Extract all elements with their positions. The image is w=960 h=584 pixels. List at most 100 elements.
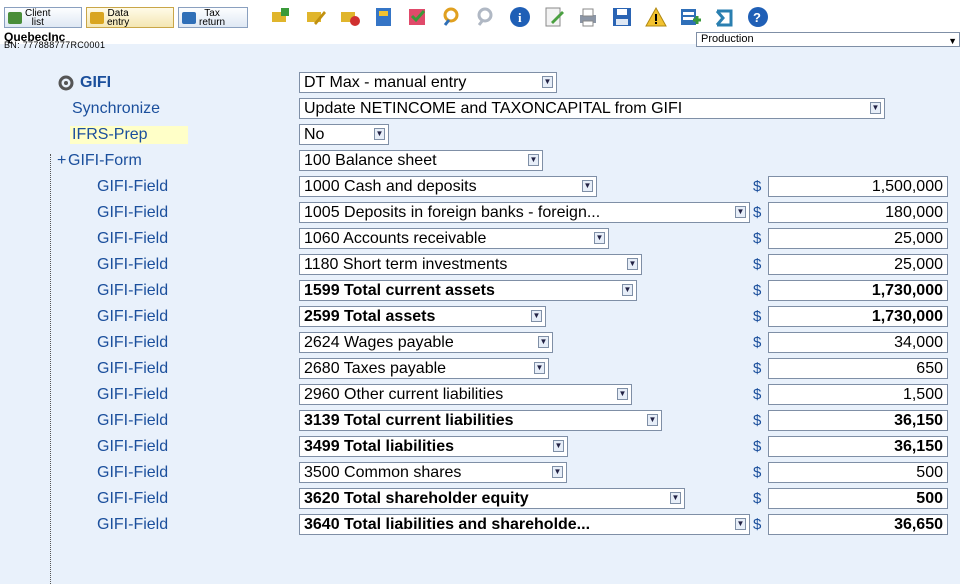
gifi-field-label: GIFI-Field (97, 516, 169, 533)
chevron-down-icon: ▼ (538, 336, 549, 348)
gifi-field-row: GIFI-Field 3620 Total shareholder equity… (0, 486, 960, 512)
amount-input[interactable]: 500 (768, 462, 948, 483)
chevron-down-icon: ▼ (553, 440, 564, 452)
gifi-code-select[interactable]: 1005 Deposits in foreign banks - foreign… (299, 202, 750, 223)
amount-input[interactable]: 500 (768, 488, 948, 509)
gifi-code-select[interactable]: 2624 Wages payable ▼ (299, 332, 553, 353)
search-icon[interactable] (440, 5, 464, 29)
gifi-field-row: GIFI-Field 1005 Deposits in foreign bank… (0, 200, 960, 226)
synchronize-select[interactable]: Update NETINCOME and TAXONCAPITAL from G… (299, 98, 885, 119)
gifi-code-select[interactable]: 3500 Common shares ▼ (299, 462, 567, 483)
client-list-button[interactable]: Client list (4, 7, 82, 28)
help-icon[interactable]: ? (746, 5, 770, 29)
edit-form-icon[interactable] (303, 5, 327, 29)
gifi-field-row: GIFI-Field 2680 Taxes payable ▼ $ 650 (0, 356, 960, 382)
gifi-code-select[interactable]: 3499 Total liabilities ▼ (299, 436, 568, 457)
amount-input[interactable]: 25,000 (768, 254, 948, 275)
save-icon[interactable] (610, 5, 634, 29)
mode-dropdown[interactable]: Production ▼ (696, 32, 960, 47)
currency-symbol: $ (753, 282, 762, 299)
currency-symbol: $ (753, 438, 762, 455)
info-icon[interactable]: i (508, 5, 532, 29)
tax-return-button[interactable]: Tax return (178, 7, 248, 28)
synchronize-label: Synchronize (72, 100, 161, 117)
gifi-field-row: GIFI-Field 1599 Total current assets ▼ $ … (0, 278, 960, 304)
gifi-code-select[interactable]: 3139 Total current liabilities ▼ (299, 410, 662, 431)
gifi-field-label: GIFI-Field (97, 204, 169, 221)
gifi-code-select[interactable]: 3620 Total shareholder equity ▼ (299, 488, 685, 509)
chevron-down-icon: ▼ (735, 518, 746, 530)
amount-input[interactable]: 25,000 (768, 228, 948, 249)
amount-input[interactable]: 34,000 (768, 332, 948, 353)
chevron-down-icon: ▼ (582, 180, 593, 192)
currency-symbol: $ (753, 308, 762, 325)
chevron-down-icon: ▼ (627, 258, 638, 270)
chevron-down-icon: ▼ (534, 362, 545, 374)
currency-symbol: $ (753, 490, 762, 507)
currency-symbol: $ (753, 230, 762, 247)
gifi-field-row: GIFI-Field 2960 Other current liabilitie… (0, 382, 960, 408)
gifi-field-label: GIFI-Field (97, 386, 169, 403)
mode-value: Production (701, 33, 754, 45)
currency-symbol: $ (753, 204, 762, 221)
gifi-field-row: GIFI-Field 2624 Wages payable ▼ $ 34,000 (0, 330, 960, 356)
gifi-form-select[interactable]: 100 Balance sheet ▼ (299, 150, 543, 171)
ifrs-prep-label: IFRS-Prep (70, 126, 188, 144)
gifi-source-select[interactable]: DT Max - manual entry ▼ (299, 72, 557, 93)
gifi-code-select[interactable]: 1180 Short term investments ▼ (299, 254, 642, 275)
amount-input[interactable]: 1,500,000 (768, 176, 948, 197)
client-list-icon (8, 11, 22, 24)
amount-input[interactable]: 180,000 (768, 202, 948, 223)
back-icon[interactable] (712, 5, 736, 29)
gifi-field-label: GIFI-Field (97, 360, 169, 377)
gifi-code-select[interactable]: 2960 Other current liabilities ▼ (299, 384, 632, 405)
delete-form-icon[interactable] (337, 5, 361, 29)
gifi-code-select[interactable]: 1060 Accounts receivable ▼ (299, 228, 609, 249)
amount-input[interactable]: 36,150 (768, 410, 948, 431)
print-icon[interactable] (576, 5, 600, 29)
chevron-down-icon: ▼ (647, 414, 658, 426)
gifi-field-label: GIFI-Field (97, 464, 169, 481)
gifi-code-select[interactable]: 2680 Taxes payable ▼ (299, 358, 549, 379)
ifrs-prep-row: IFRS-Prep No ▼ (0, 122, 960, 148)
gifi-field-row: GIFI-Field 3640 Total liabilities and sh… (0, 512, 960, 538)
chevron-down-icon: ▼ (670, 492, 681, 504)
review-icon[interactable] (542, 5, 566, 29)
gifi-field-row: GIFI-Field 3500 Common shares ▼ $ 500 (0, 460, 960, 486)
gifi-field-row: GIFI-Field 3139 Total current liabilitie… (0, 408, 960, 434)
data-entry-button[interactable]: Data entry (86, 7, 174, 28)
amount-input[interactable]: 1,730,000 (768, 280, 948, 301)
gifi-field-row: GIFI-Field 1180 Short term investments ▼ … (0, 252, 960, 278)
gifi-field-row: GIFI-Field 2599 Total assets ▼ $ 1,730,00… (0, 304, 960, 330)
gifi-code-select[interactable]: 3640 Total liabilities and shareholde...… (299, 514, 750, 535)
gifi-code-select[interactable]: 2599 Total assets ▼ (299, 306, 546, 327)
amount-input[interactable]: 650 (768, 358, 948, 379)
amount-input[interactable]: 1,500 (768, 384, 948, 405)
chevron-down-icon: ▼ (542, 76, 553, 88)
ifrs-prep-select[interactable]: No ▼ (299, 124, 389, 145)
chevron-down-icon: ▼ (374, 128, 385, 140)
add-row-icon[interactable] (678, 5, 702, 29)
amount-input[interactable]: 36,150 (768, 436, 948, 457)
gifi-gear-icon (56, 72, 76, 92)
gifi-field-row: GIFI-Field 3499 Total liabilities ▼ $ 36,… (0, 434, 960, 460)
checklist-icon[interactable] (406, 5, 430, 29)
journal-icon[interactable] (372, 5, 396, 29)
gifi-field-label: GIFI-Field (97, 230, 169, 247)
add-form-icon[interactable] (268, 5, 292, 29)
gifi-code-select[interactable]: 1000 Cash and deposits ▼ (299, 176, 597, 197)
warning-icon[interactable] (644, 5, 668, 29)
expand-icon[interactable]: + (57, 152, 66, 170)
data-entry-icon (90, 11, 104, 24)
gifi-form-label: GIFI-Form (68, 152, 142, 169)
currency-symbol: $ (753, 178, 762, 195)
chevron-down-icon: ▼ (735, 206, 746, 218)
chevron-down-icon: ▼ (870, 102, 881, 114)
search-next-icon[interactable] (474, 5, 498, 29)
chevron-down-icon: ▼ (552, 466, 563, 478)
gifi-label: GIFI (80, 74, 112, 91)
svg-text:i: i (518, 10, 522, 25)
gifi-code-select[interactable]: 1599 Total current assets ▼ (299, 280, 637, 301)
amount-input[interactable]: 1,730,000 (768, 306, 948, 327)
amount-input[interactable]: 36,650 (768, 514, 948, 535)
